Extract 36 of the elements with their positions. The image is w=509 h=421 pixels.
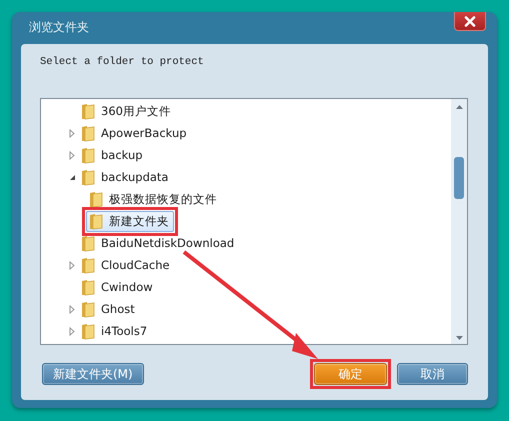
collapsed-arrow-icon[interactable] <box>69 260 75 270</box>
folder-icon <box>89 190 103 208</box>
folder-icon <box>81 278 95 296</box>
folder-icon <box>81 300 95 318</box>
collapsed-arrow-icon[interactable] <box>69 128 75 138</box>
folder-icon <box>81 256 95 274</box>
expanded-arrow-icon[interactable] <box>68 174 76 180</box>
collapsed-arrow-icon[interactable] <box>69 150 75 160</box>
folder-icon <box>81 124 95 142</box>
folder-icon <box>81 234 95 252</box>
scrollbar[interactable] <box>451 99 467 344</box>
close-button[interactable] <box>454 12 486 31</box>
folder-item[interactable]: CloudCache <box>78 254 175 276</box>
instruction-text: Select a folder to protect <box>40 56 205 68</box>
window-title: 浏览文件夹 <box>29 19 89 36</box>
folder-item[interactable]: BaiduNetdiskDownload <box>78 232 240 254</box>
folder-icon <box>81 146 95 164</box>
scroll-down-icon[interactable] <box>456 336 462 340</box>
scroll-thumb[interactable] <box>454 156 464 198</box>
folder-item[interactable]: 极强数据恢复的文件 <box>86 188 222 210</box>
folder-item[interactable]: Ghost <box>78 298 140 320</box>
folder-icon <box>81 168 95 186</box>
folder-item[interactable]: 新建文件夹 <box>86 210 174 232</box>
folder-icon <box>81 102 95 120</box>
collapsed-arrow-icon[interactable] <box>69 326 75 336</box>
folder-item[interactable]: 360用户文件 <box>78 100 176 122</box>
folder-item[interactable]: ApowerBackup <box>78 122 192 144</box>
folder-icon <box>89 212 103 230</box>
folder-item[interactable]: backupdata <box>78 166 174 188</box>
collapsed-arrow-icon[interactable] <box>69 304 75 314</box>
close-icon <box>464 16 476 26</box>
folder-item[interactable]: Cwindow <box>78 276 158 298</box>
scroll-up-icon[interactable] <box>456 105 462 109</box>
folder-item[interactable]: backup <box>78 144 148 166</box>
folder-icon <box>81 322 95 340</box>
folder-item[interactable]: i4Tools7 <box>78 320 152 342</box>
